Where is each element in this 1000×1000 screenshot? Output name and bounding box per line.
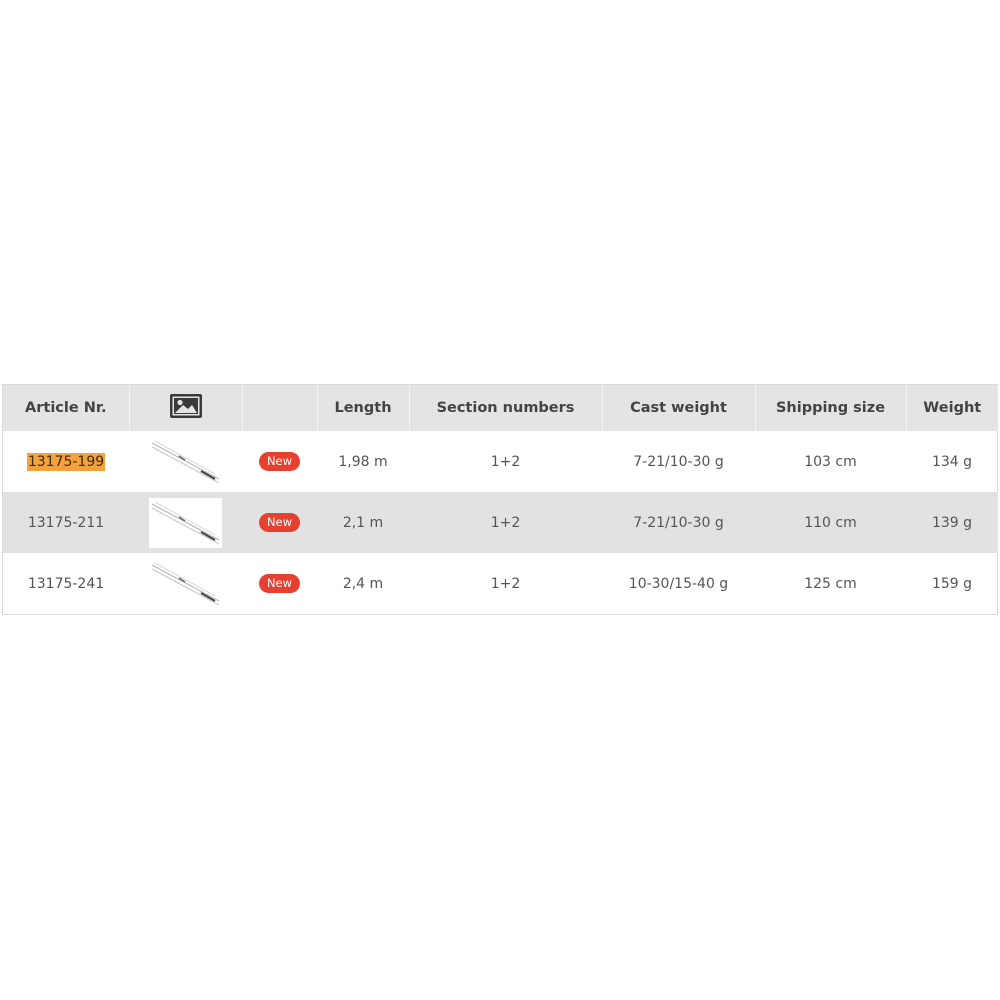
header-image — [129, 385, 243, 431]
table-row[interactable]: 13175-241 New 2,4 m 1+2 10-30/15-40 g 12… — [3, 553, 998, 614]
table-row[interactable]: 13175-211 New 2,1 m 1+2 7-21/10-30 g 110… — [3, 492, 998, 553]
table-header-row: Article Nr. Length Section numbers Cast … — [3, 385, 998, 431]
cell-shipping-size: 103 cm — [804, 453, 857, 470]
product-variants-table: Article Nr. Length Section numbers Cast … — [2, 384, 998, 615]
header-section-numbers[interactable]: Section numbers — [409, 385, 603, 431]
image-icon — [169, 394, 202, 422]
cell-thumbnail[interactable] — [129, 431, 242, 492]
cell-thumbnail[interactable] — [129, 553, 242, 614]
table-row[interactable]: 13175-199 New 1,98 m 1+2 7-21/10-30 g 10… — [3, 431, 998, 492]
cell-cast-weight: 7-21/10-30 g — [633, 453, 724, 470]
cell-cast-weight: 7-21/10-30 g — [602, 492, 755, 553]
cell-shipping-size: 125 cm — [804, 575, 857, 592]
cell-article-nr[interactable]: 13175-199 — [3, 431, 129, 492]
header-length[interactable]: Length — [317, 385, 410, 431]
cell-weight: 134 g — [931, 453, 973, 470]
cell-section-numbers: 1+2 — [490, 453, 521, 470]
cell-badge: New — [242, 553, 317, 614]
new-badge: New — [258, 512, 301, 533]
header-article-nr[interactable]: Article Nr. — [3, 385, 130, 431]
rod-thumbnail[interactable] — [149, 437, 222, 487]
rod-thumbnail[interactable] — [149, 559, 222, 609]
cell-length: 2,1 m — [317, 492, 409, 553]
new-badge: New — [258, 573, 301, 594]
cell-badge: New — [242, 492, 317, 553]
header-cast-weight[interactable]: Cast weight — [602, 385, 756, 431]
cell-article-nr[interactable]: 13175-211 — [3, 492, 129, 553]
cell-section-numbers: 1+2 — [409, 492, 602, 553]
header-shipping-size[interactable]: Shipping size — [755, 385, 907, 431]
cell-weight: 159 g — [931, 575, 973, 592]
cell-cast-weight: 10-30/15-40 g — [628, 575, 729, 592]
cell-badge: New — [242, 431, 317, 492]
cell-section-numbers: 1+2 — [490, 575, 521, 592]
header-badge — [242, 385, 318, 431]
cell-length: 1,98 m — [338, 453, 388, 470]
variants-table: Article Nr. Length Section numbers Cast … — [3, 385, 998, 614]
rod-thumbnail[interactable] — [149, 497, 222, 548]
cell-weight: 139 g — [906, 492, 998, 553]
header-weight[interactable]: Weight — [906, 385, 998, 431]
cell-shipping-size: 110 cm — [755, 492, 906, 553]
cell-article-nr[interactable]: 13175-241 — [3, 553, 129, 614]
article-nr-highlighted[interactable]: 13175-199 — [26, 452, 106, 471]
cell-length: 2,4 m — [342, 575, 384, 592]
cell-thumbnail[interactable] — [129, 492, 242, 553]
new-badge: New — [258, 451, 301, 472]
